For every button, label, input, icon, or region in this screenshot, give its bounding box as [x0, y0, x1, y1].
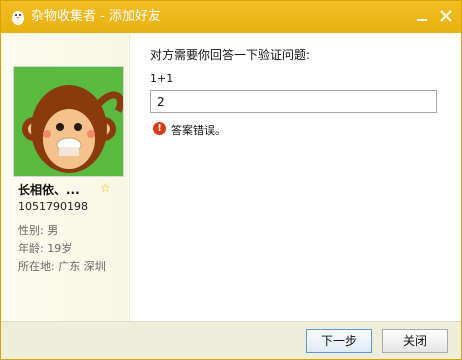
window-title: 杂物收集者 - 添加好友: [31, 9, 161, 24]
monkey-avatar-image: [14, 67, 123, 176]
age-info: 年龄: 19岁: [18, 242, 73, 255]
error-message: 答案错误。: [171, 124, 226, 137]
error-icon: !: [153, 122, 166, 135]
profile-sidebar: 长相依、... ☆ 1051790198 性别: 男 年龄: 19岁 所在地: …: [1, 33, 130, 321]
next-button[interactable]: 下一步: [306, 329, 372, 353]
star-icon[interactable]: ☆: [100, 181, 111, 195]
avatar[interactable]: [13, 66, 124, 177]
minimize-icon[interactable]: [414, 8, 430, 24]
question-prompt: 对方需要你回答一下验证问题:: [150, 48, 311, 62]
dialog-footer: 下一步 关闭: [1, 321, 461, 359]
penguin-icon: [12, 11, 24, 25]
qq-number: 1051790198: [18, 200, 88, 213]
verification-question: 1+1: [150, 72, 174, 85]
nickname: 长相依、...: [18, 183, 80, 197]
gender-info: 性别: 男: [18, 224, 59, 237]
title-bar[interactable]: 杂物收集者 - 添加好友: [1, 1, 461, 33]
location-info: 所在地: 广东 深圳: [18, 260, 106, 273]
close-icon[interactable]: [438, 8, 454, 24]
add-friend-dialog: 杂物收集者 - 添加好友 长相依、... ☆ 1051790198 性别: 男 …: [0, 0, 462, 360]
answer-input[interactable]: [150, 90, 437, 113]
verification-panel: 对方需要你回答一下验证问题: 1+1 ! 答案错误。: [130, 33, 461, 321]
close-button[interactable]: 关闭: [382, 329, 448, 353]
